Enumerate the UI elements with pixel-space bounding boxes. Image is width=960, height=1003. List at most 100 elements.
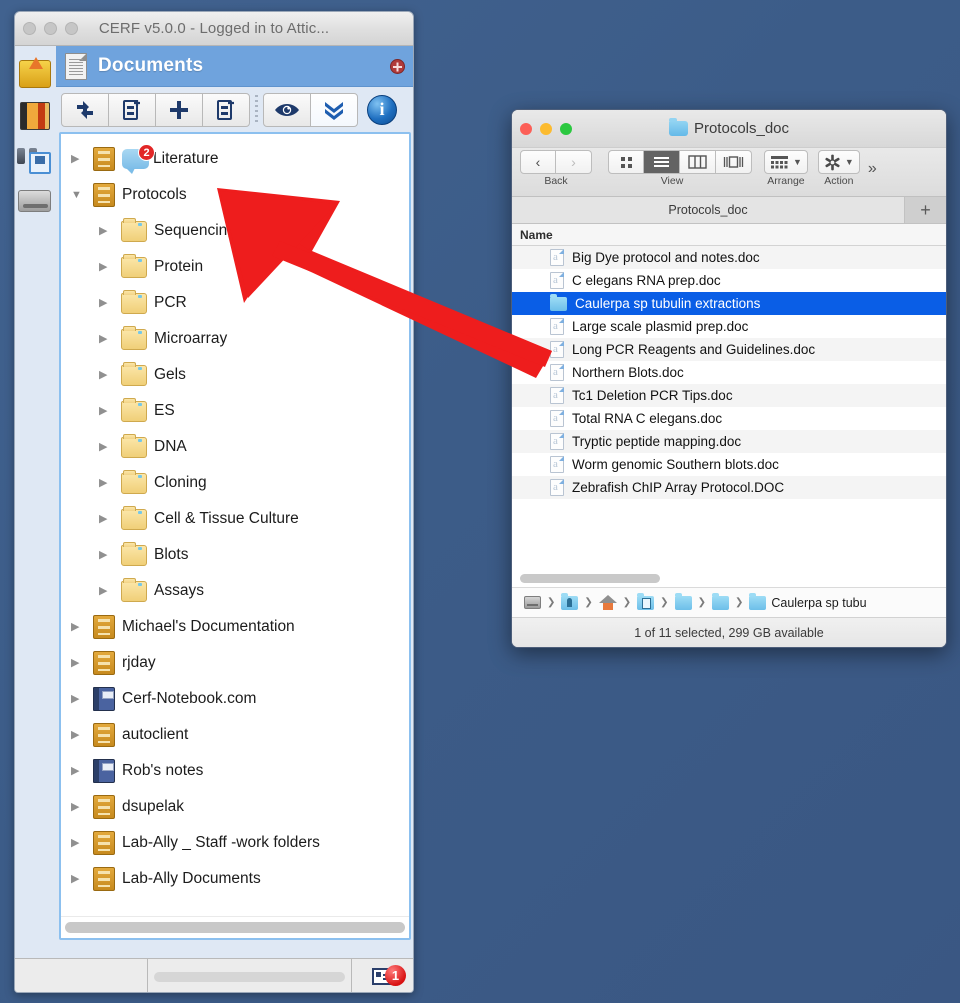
chevron-right-icon[interactable]: ▶	[99, 225, 115, 237]
path-bar-item[interactable]	[561, 592, 579, 610]
new-tab-button[interactable]: +	[905, 197, 946, 223]
cerf-close-button[interactable]	[23, 22, 36, 35]
cerf-zoom-button[interactable]	[65, 22, 78, 35]
arrange-button[interactable]: ▼	[764, 150, 808, 174]
chevron-right-icon[interactable]: ▶	[99, 513, 115, 525]
path-bar-item[interactable]	[637, 592, 655, 610]
tree-item[interactable]: ▶ dsupelak	[61, 789, 409, 825]
path-bar-item[interactable]	[524, 596, 541, 609]
back-button[interactable]: ‹	[520, 150, 556, 174]
refresh-sync-button[interactable]	[61, 92, 109, 127]
cerf-titlebar[interactable]: CERF v5.0.0 - Logged in to Attic...	[15, 12, 413, 46]
chevron-right-icon[interactable]: ▶	[71, 621, 87, 633]
finder-scrollbar-thumb[interactable]	[520, 573, 660, 583]
tree-item[interactable]: ▶ autoclient	[61, 717, 409, 753]
add-button[interactable]	[155, 92, 203, 127]
new-record-button[interactable]	[108, 92, 156, 127]
column-view-button[interactable]	[680, 150, 716, 174]
table-row[interactable]: Total RNA C elegans.doc	[512, 407, 946, 430]
chevron-down-icon[interactable]: ▼	[71, 189, 87, 201]
path-bar-item[interactable]	[598, 595, 617, 610]
tree-horizontal-scrollbar[interactable]	[61, 916, 409, 938]
status-progress-pane[interactable]	[148, 959, 352, 992]
finder-close-button[interactable]	[520, 122, 532, 135]
binoculars-icon[interactable]	[15, 140, 56, 182]
chevron-right-icon[interactable]: ▶	[99, 441, 115, 453]
chevron-right-icon[interactable]: ▶	[71, 801, 87, 813]
table-row[interactable]: Large scale plasmid prep.doc	[512, 315, 946, 338]
tab-protocols-doc[interactable]: Protocols_doc	[512, 197, 905, 223]
chevron-right-icon[interactable]: ▶	[99, 585, 115, 597]
table-row[interactable]: Worm genomic Southern blots.doc	[512, 453, 946, 476]
list-view-button[interactable]	[644, 150, 680, 174]
comment-bubble-icon[interactable]: 2	[122, 144, 155, 174]
finder-titlebar[interactable]: Protocols_doc	[512, 110, 946, 148]
info-circle-icon[interactable]: i	[367, 94, 397, 125]
chevron-right-icon[interactable]: ▶	[71, 729, 87, 741]
chevron-right-icon[interactable]: ▶	[71, 693, 87, 705]
finder-window[interactable]: Protocols_doc ‹ › Back View ▼ Arrange ▼ …	[511, 109, 947, 648]
chevron-right-icon[interactable]: ▶	[71, 837, 87, 849]
tree-item[interactable]: ▶ Gels	[61, 357, 409, 393]
finder-tab-bar[interactable]: Protocols_doc +	[512, 197, 946, 224]
cerf-toolbar[interactable]: i	[56, 87, 413, 132]
chevron-right-icon[interactable]: ▶	[99, 333, 115, 345]
remove-record-button[interactable]	[202, 92, 250, 127]
icon-view-button[interactable]	[608, 150, 644, 174]
close-icon[interactable]	[390, 58, 405, 74]
tree-scrollbar-thumb[interactable]	[65, 922, 405, 933]
tree-item[interactable]: ▶ Cerf-Notebook.com	[61, 681, 409, 717]
tree-item[interactable]: ▶ Cloning	[61, 465, 409, 501]
book-icon[interactable]	[15, 98, 56, 140]
tree-item[interactable]: ▶ ES	[61, 393, 409, 429]
chevron-right-icon[interactable]: ▶	[99, 405, 115, 417]
table-row[interactable]: Zebrafish ChIP Array Protocol.DOC	[512, 476, 946, 499]
status-record-pane[interactable]: 1	[352, 959, 413, 992]
finder-path-bar[interactable]: ❯ ❯ ❯ ❯ ❯ ❯ Caulerpa sp tubu	[512, 587, 946, 617]
tree-item[interactable]: ▶ Blots	[61, 537, 409, 573]
chevron-right-icon[interactable]: ▶	[71, 765, 87, 777]
table-row[interactable]: Big Dye protocol and notes.doc	[512, 246, 946, 269]
table-row[interactable]: Tc1 Deletion PCR Tips.doc	[512, 384, 946, 407]
expand-all-button[interactable]	[310, 92, 358, 127]
table-row[interactable]: C elegans RNA prep.doc	[512, 269, 946, 292]
gallery-view-button[interactable]	[716, 150, 752, 174]
cerf-icon-rail[interactable]	[15, 46, 56, 958]
chevron-right-icon[interactable]: ▶	[99, 369, 115, 381]
finder-toolbar[interactable]: ‹ › Back View ▼ Arrange ▼ Action »	[512, 148, 946, 197]
chevron-right-icon[interactable]: ▶	[99, 261, 115, 273]
tree-item[interactable]: ▶ 2 Literature	[61, 141, 409, 177]
table-row[interactable]: Northern Blots.doc	[512, 361, 946, 384]
tree-item[interactable]: ▶ Cell & Tissue Culture	[61, 501, 409, 537]
tree-item[interactable]: ▶ Assays	[61, 573, 409, 609]
forward-button[interactable]: ›	[556, 150, 592, 174]
finder-file-list[interactable]: Big Dye protocol and notes.doc C elegans …	[512, 246, 946, 499]
chevron-right-icon[interactable]: ▶	[71, 153, 87, 165]
tree-item[interactable]: ▶ Sequencing and HP	[61, 213, 409, 249]
table-row[interactable]: Long PCR Reagents and Guidelines.doc	[512, 338, 946, 361]
tree-item[interactable]: ▶ Lab-Ally _ Staff -work folders	[61, 825, 409, 861]
hard-drive-icon[interactable]	[15, 182, 56, 224]
floppy-save-icon[interactable]	[29, 152, 51, 174]
documents-tree[interactable]: ▶ 2 Literature ▼ Protocols ▶ Sequencing and HP…	[61, 134, 409, 897]
chevron-right-icon[interactable]: ▶	[71, 873, 87, 885]
tree-item[interactable]: ▶ PCR	[61, 285, 409, 321]
tree-item[interactable]: ▶ Michael's Documentation	[61, 609, 409, 645]
chevron-right-icon[interactable]: ▶	[99, 477, 115, 489]
tree-item[interactable]: ▶ rjday	[61, 645, 409, 681]
table-row[interactable]: Caulerpa sp tubulin extractions	[512, 292, 946, 315]
tree-item[interactable]: ▼ Protocols	[61, 177, 409, 213]
table-row[interactable]: Tryptic peptide mapping.doc	[512, 430, 946, 453]
chevron-right-icon[interactable]: ▶	[71, 657, 87, 669]
path-bar-item[interactable]	[711, 592, 729, 610]
tree-item[interactable]: ▶ Protein	[61, 249, 409, 285]
path-bar-item[interactable]: Caulerpa sp tubu	[749, 592, 867, 610]
finder-minimize-button[interactable]	[540, 122, 552, 135]
path-bar-item[interactable]	[674, 592, 692, 610]
view-button[interactable]	[263, 92, 311, 127]
tree-item[interactable]: ▶ DNA	[61, 429, 409, 465]
chevron-right-icon[interactable]: ▶	[99, 549, 115, 561]
cerf-window[interactable]: CERF v5.0.0 - Logged in to Attic... Docu…	[14, 11, 414, 993]
tree-item[interactable]: ▶ Lab-Ally Documents	[61, 861, 409, 897]
column-header-name[interactable]: Name	[512, 224, 946, 246]
